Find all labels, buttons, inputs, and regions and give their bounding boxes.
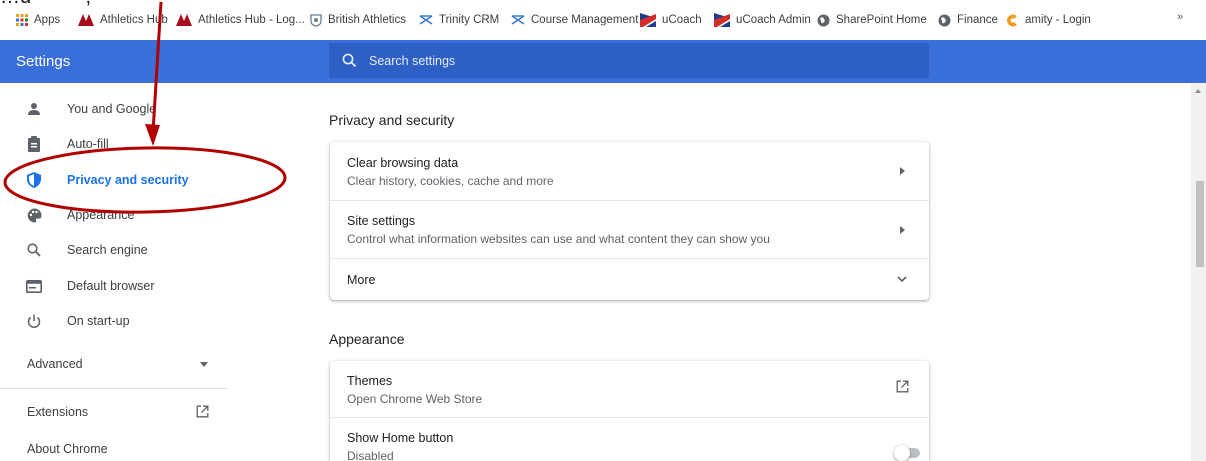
bookmark-ucoach-admin[interactable]: uCoach Admin [714,11,811,29]
sidebar-item-label: Search engine [67,243,148,257]
globe-icon [817,14,830,26]
privacy-card: Clear browsing data Clear history, cooki… [330,142,929,300]
bookmark-label: amity - Login [1025,14,1091,26]
bookmark-ucoach[interactable]: uCoach [640,11,702,29]
row-subtitle: Clear history, cookies, cache and more [347,174,554,188]
sidebar-item-extensions[interactable]: Extensions [0,396,228,428]
sidebar-item-label: On start-up [67,314,130,328]
search-input[interactable] [369,43,909,78]
page-title: Settings [16,53,71,70]
bookmark-finance[interactable]: Finance [938,11,998,29]
athletics-hub-logo-icon [78,14,94,26]
sidebar-item-on-start-up[interactable]: On start-up [0,305,228,337]
sidebar-item-privacy-and-security[interactable]: Privacy and security [0,164,228,196]
sidebar-item-appearance[interactable]: Appearance [0,199,228,231]
search-box[interactable] [329,43,929,78]
sidebar-item-label: Auto-fill [67,137,109,151]
trinity-crm-icon [419,15,433,25]
row-subtitle: Disabled [347,449,394,461]
sidebar-item-label: You and Google [67,102,157,116]
search-icon [25,241,43,259]
british-athletics-crest-icon [310,13,322,27]
toggle-knob [894,445,910,461]
ucoach-flag-icon [714,13,730,27]
power-icon [25,312,43,330]
row-subtitle: Open Chrome Web Store [347,392,483,406]
row-title: Show Home button [347,431,454,445]
bookmark-trinity-crm[interactable]: Trinity CRM [419,11,499,29]
bookmark-apps[interactable]: Apps [16,11,60,29]
bookmark-label: uCoach Admin [736,14,811,26]
bookmark-label: SharePoint Home [836,14,927,26]
settings-header: Settings [0,40,1206,83]
sidebar-item-search-engine[interactable]: Search engine [0,234,228,266]
bookmark-label: Athletics Hub [100,14,168,26]
sidebar-item-auto-fill[interactable]: Auto-fill [0,128,228,160]
sidebar-item-label: Appearance [67,208,135,222]
bookmark-label: Trinity CRM [439,14,500,26]
bookmark-label: Apps [34,14,61,26]
row-title: More [347,273,376,287]
bookmark-label: British Athletics [328,14,406,26]
bookmarks-overflow-button[interactable]: » [1177,11,1183,23]
bookmark-label: Athletics Hub - Log... [198,14,305,26]
privacy-more-row[interactable]: More [330,258,929,300]
chevron-down-icon [897,276,907,283]
row-title: Themes [347,374,393,388]
sidebar-extensions-label: Extensions [27,405,89,419]
clipboard-icon [25,135,43,153]
amity-logo-icon [1007,14,1017,26]
bookmark-athletics-hub-login[interactable]: Athletics Hub - Log... [176,11,305,29]
site-settings-row[interactable]: Site settings Control what information w… [330,200,929,258]
athletics-hub-logo-icon [176,14,192,26]
bookmark-sharepoint-home[interactable]: SharePoint Home [817,11,927,29]
sidebar-about-label: About Chrome [27,442,108,456]
row-subtitle: Control what information websites can us… [347,232,770,246]
sidebar-item-default-browser[interactable]: Default browser [0,270,228,302]
show-home-button-toggle[interactable] [894,444,920,461]
search-icon [342,53,357,68]
globe-icon [938,14,951,26]
bookmark-british-athletics[interactable]: British Athletics [310,11,406,29]
open-in-new-icon [196,405,209,418]
section-title-appearance: Appearance [329,331,405,347]
scroll-up-arrow-icon[interactable] [1195,89,1201,93]
browser-window-icon [25,277,43,295]
apps-grid-icon [16,14,28,26]
scrollbar-thumb[interactable] [1196,181,1204,267]
bookmark-course-management[interactable]: Course Management [511,11,638,29]
sidebar-advanced-label: Advanced [27,357,83,371]
shield-icon [25,171,43,189]
palette-icon [25,206,43,224]
chevron-right-icon [900,226,905,234]
trinity-crm-icon [511,15,525,25]
open-in-new-icon [896,380,909,393]
bookmark-athletics-hub[interactable]: Athletics Hub [78,11,168,29]
show-home-button-row[interactable]: Show Home button Disabled [330,417,929,461]
person-icon [25,100,43,118]
bookmark-label: Finance [957,14,998,26]
sidebar-item-label: Privacy and security [67,173,189,187]
sidebar-divider [0,388,228,389]
sidebar-item-label: Default browser [67,279,155,293]
bookmark-label: uCoach [662,14,702,26]
bookmarks-bar: Apps Athletics Hub Athletics Hub - Log..… [0,0,1206,40]
page-scrollbar[interactable] [1191,83,1206,461]
sidebar-advanced-toggle[interactable]: Advanced [0,348,228,380]
sidebar-item-you-and-google[interactable]: You and Google [0,93,228,125]
bookmark-label: Course Management [531,14,639,26]
sidebar-item-about-chrome[interactable]: About Chrome [0,433,228,461]
row-title: Clear browsing data [347,156,459,170]
row-title: Site settings [347,214,416,228]
themes-row[interactable]: Themes Open Chrome Web Store [330,361,929,417]
section-title-privacy: Privacy and security [329,112,455,128]
clear-browsing-data-row[interactable]: Clear browsing data Clear history, cooki… [330,142,929,200]
sidebar: You and Google Auto-fill Privacy and sec… [0,83,240,461]
bookmark-amity-login[interactable]: amity - Login [1006,11,1091,29]
ucoach-flag-icon [640,13,656,27]
chevron-right-icon [900,167,905,175]
appearance-card: Themes Open Chrome Web Store Show Home b… [330,361,929,461]
caret-down-icon [200,362,208,367]
